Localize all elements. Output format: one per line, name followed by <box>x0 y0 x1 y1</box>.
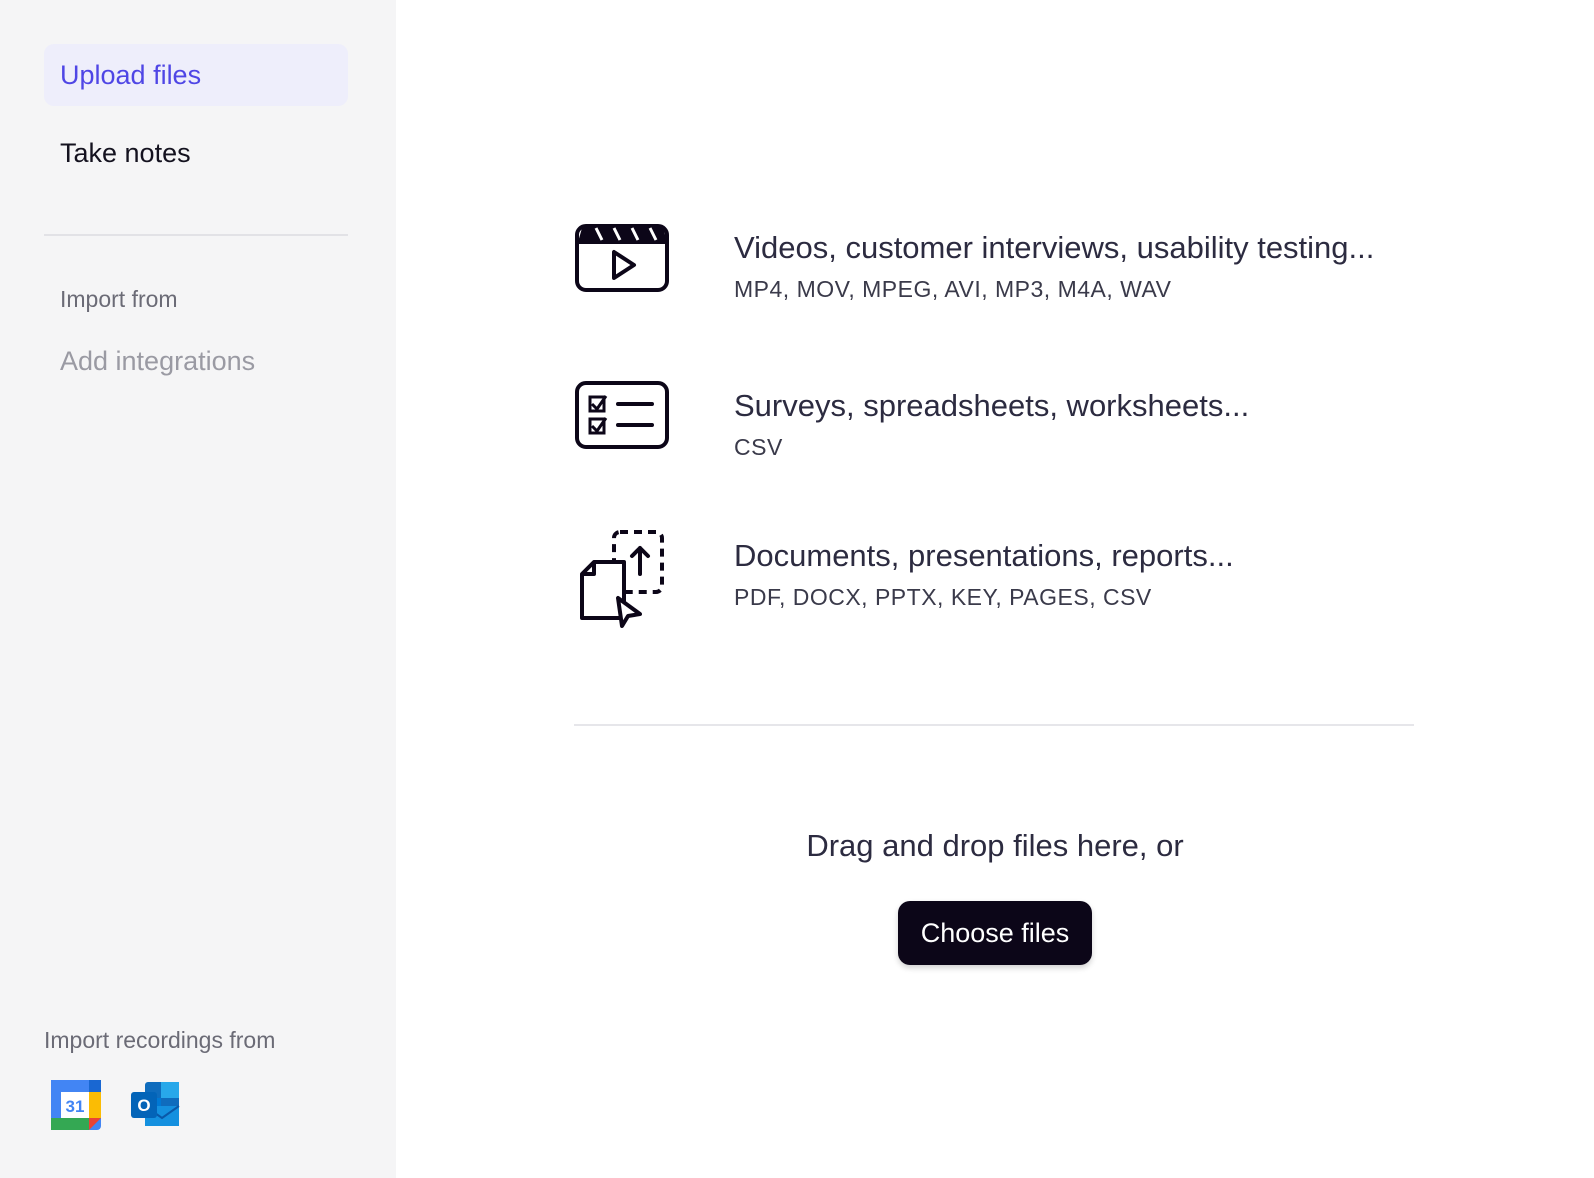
calendar-date-text: 31 <box>66 1097 85 1116</box>
document-upload-icon <box>574 530 670 630</box>
sidebar: Upload files Take notes Import from Add … <box>0 0 396 1178</box>
category-documents: Documents, presentations, reports... PDF… <box>574 530 1494 640</box>
category-documents-title: Documents, presentations, reports... <box>734 538 1234 573</box>
video-clapper-icon <box>574 222 670 322</box>
drop-zone-text: Drag and drop files here, or <box>806 828 1184 863</box>
import-from-label: Import from <box>60 286 178 312</box>
upload-panel: Videos, customer interviews, usability t… <box>396 0 1594 1178</box>
category-surveys: Surveys, spreadsheets, worksheets... CSV <box>574 380 1494 490</box>
nav-take-notes-label: Take notes <box>60 137 191 168</box>
category-videos: Videos, customer interviews, usability t… <box>574 222 1494 332</box>
category-surveys-formats: CSV <box>734 434 783 460</box>
google-calendar-icon[interactable]: 31 <box>51 1080 101 1130</box>
main-divider <box>574 724 1414 726</box>
nav-upload-files[interactable]: Upload files <box>44 44 348 106</box>
checklist-icon <box>574 380 670 480</box>
outlook-icon[interactable]: O <box>131 1080 181 1130</box>
choose-files-button[interactable]: Choose files <box>898 901 1092 965</box>
nav-upload-files-label: Upload files <box>60 59 202 90</box>
outlook-letter-text: O <box>137 1096 150 1115</box>
add-integrations-link[interactable]: Add integrations <box>60 346 255 377</box>
category-documents-formats: PDF, DOCX, PPTX, KEY, PAGES, CSV <box>734 584 1152 610</box>
category-surveys-title: Surveys, spreadsheets, worksheets... <box>734 388 1250 423</box>
category-videos-title: Videos, customer interviews, usability t… <box>734 230 1375 265</box>
import-recordings-label: Import recordings from <box>44 1027 276 1053</box>
category-videos-formats: MP4, MOV, MPEG, AVI, MP3, M4A, WAV <box>734 276 1172 302</box>
sidebar-divider <box>44 234 348 236</box>
nav-take-notes[interactable]: Take notes <box>44 122 348 184</box>
